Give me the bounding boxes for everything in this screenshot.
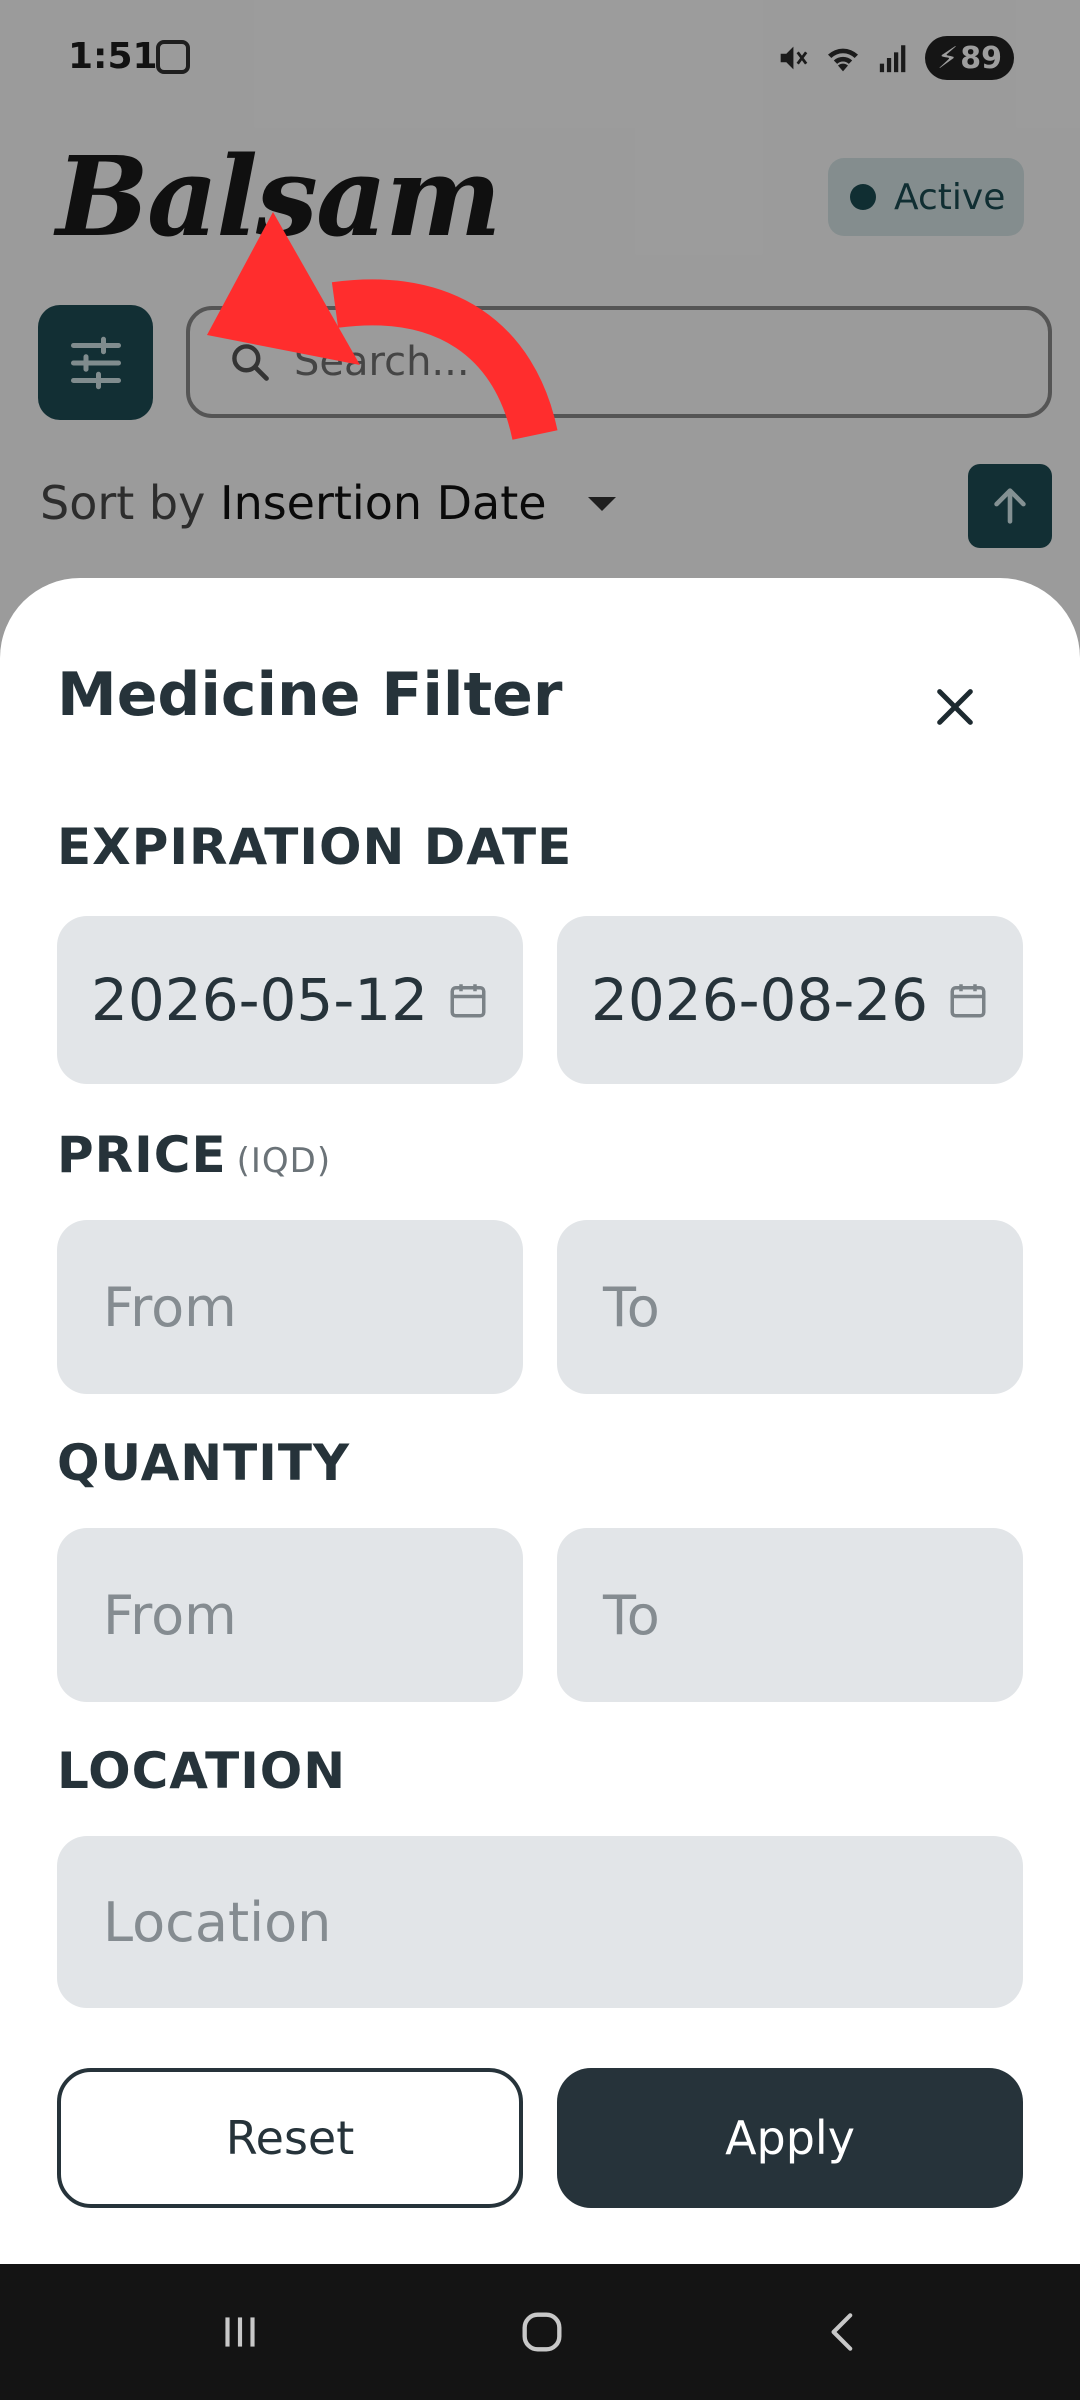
price-label: PRICE (IQD) [57, 1126, 331, 1184]
quantity-label-text: QUANTITY [57, 1434, 351, 1492]
expiration-date-label: EXPIRATION DATE [57, 818, 572, 876]
calendar-icon[interactable] [947, 978, 989, 1022]
location-input[interactable]: Location [57, 1836, 1023, 2008]
back-icon [831, 2313, 853, 2351]
expiration-from-field[interactable]: 2026-05-12 [57, 916, 523, 1084]
price-unit: (IQD) [236, 1141, 332, 1181]
price-from-placeholder: From [103, 1275, 237, 1339]
apply-button[interactable]: Apply [557, 2068, 1023, 2208]
price-from-input[interactable]: From [57, 1220, 523, 1394]
sheet-title: Medicine Filter [57, 660, 563, 730]
reset-button[interactable]: Reset [57, 2068, 523, 2208]
quantity-to-placeholder: To [603, 1583, 660, 1647]
quantity-from-input[interactable]: From [57, 1528, 523, 1702]
expiration-to-value: 2026-08-26 [591, 966, 929, 1034]
home-icon [522, 2312, 562, 2352]
home-button[interactable] [492, 2294, 592, 2370]
expiration-date-label-text: EXPIRATION DATE [57, 818, 573, 876]
close-icon [937, 689, 973, 725]
quantity-to-input[interactable]: To [557, 1528, 1023, 1702]
system-nav-bar [0, 2264, 1080, 2400]
expiration-to-field[interactable]: 2026-08-26 [557, 916, 1023, 1084]
location-label: LOCATION [57, 1742, 346, 1800]
price-to-input[interactable]: To [557, 1220, 1023, 1394]
filter-bottom-sheet: Medicine Filter EXPIRATION DATE 2026-05-… [0, 578, 1080, 2264]
quantity-label: QUANTITY [57, 1434, 350, 1492]
apply-button-label: Apply [725, 2111, 855, 2165]
price-to-placeholder: To [603, 1275, 660, 1339]
close-button[interactable] [920, 672, 990, 742]
expiration-from-value: 2026-05-12 [91, 966, 429, 1034]
back-button[interactable] [794, 2294, 894, 2370]
price-label-text: PRICE [57, 1126, 227, 1184]
calendar-icon[interactable] [447, 978, 489, 1022]
location-placeholder: Location [103, 1890, 332, 1954]
location-label-text: LOCATION [57, 1742, 347, 1800]
reset-button-label: Reset [225, 2111, 355, 2165]
hint-arrow-icon [207, 212, 558, 441]
recents-button[interactable] [190, 2294, 290, 2370]
recents-icon [225, 2317, 255, 2347]
quantity-from-placeholder: From [103, 1583, 237, 1647]
